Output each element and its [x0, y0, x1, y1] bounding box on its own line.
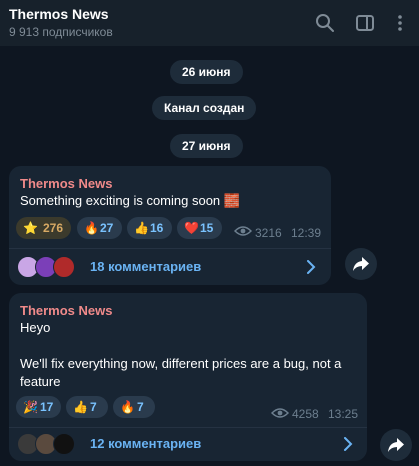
comments-row[interactable]: 12 комментариев — [9, 428, 367, 461]
comments-row[interactable]: 18 комментариев — [9, 249, 331, 285]
party-popper-icon: 🎉 — [23, 400, 38, 414]
reaction-count: 7 — [90, 400, 97, 414]
message-sender[interactable]: Thermos News — [20, 176, 112, 191]
more-vert-icon[interactable] — [389, 12, 411, 34]
sidebar-toggle-icon[interactable] — [354, 12, 376, 34]
comments-link[interactable]: 18 комментариев — [90, 259, 201, 274]
views-eye-icon — [234, 226, 252, 236]
reaction-thumbs-up[interactable]: 👍 7 — [66, 396, 108, 418]
share-icon — [388, 438, 404, 452]
reaction-party[interactable]: 🎉 17 — [16, 396, 61, 418]
comments-link[interactable]: 12 комментариев — [90, 436, 201, 451]
message-time: 12:39 — [291, 226, 322, 240]
channel-title[interactable]: Thermos News — [9, 6, 109, 22]
message-text-line: feature — [20, 374, 61, 389]
star-icon: ⭐ — [23, 221, 38, 235]
message-bubble[interactable]: Thermos News Heyo We'll fix everything n… — [9, 293, 367, 461]
reaction-count: 7 — [137, 400, 144, 414]
share-button[interactable] — [380, 429, 412, 461]
share-button[interactable] — [345, 248, 377, 280]
reaction-heart[interactable]: ❤️ 15 — [177, 217, 222, 239]
reaction-count: 27 — [100, 221, 114, 235]
date-pill: 27 июня — [170, 134, 243, 158]
reaction-count: 15 — [200, 221, 214, 235]
avatar — [53, 256, 75, 278]
reaction-count: 16 — [150, 221, 164, 235]
view-count: 3216 — [255, 226, 282, 240]
search-icon[interactable] — [314, 12, 336, 34]
service-message: Канал создан — [152, 96, 257, 120]
message-bubble[interactable]: Thermos News Something exciting is comin… — [9, 166, 331, 285]
share-icon — [353, 257, 369, 271]
views-eye-icon — [271, 408, 289, 418]
reaction-fire[interactable]: 🔥 27 — [77, 217, 122, 239]
fire-icon: 🔥 — [84, 221, 99, 235]
message-text: Something exciting is coming soon 🧱 — [20, 193, 240, 208]
thumbs-up-icon: 👍 — [73, 400, 88, 414]
heart-icon: ❤️ — [184, 221, 199, 235]
fire-icon: 🔥 — [120, 400, 135, 414]
thumbs-up-icon: 👍 — [134, 221, 149, 235]
message-sender[interactable]: Thermos News — [20, 303, 112, 318]
chevron-right-icon — [344, 437, 353, 451]
avatar — [53, 433, 75, 455]
chat-header: Thermos News 9 913 подписчиков — [0, 0, 419, 46]
reaction-fire[interactable]: 🔥 7 — [113, 396, 155, 418]
subscriber-count: 9 913 подписчиков — [9, 25, 113, 39]
view-count: 4258 — [292, 407, 319, 421]
reaction-thumbs-up[interactable]: 👍 16 — [127, 217, 172, 239]
reaction-count: 17 — [40, 400, 54, 414]
chevron-right-icon — [307, 260, 316, 274]
message-time: 13:25 — [328, 407, 359, 421]
message-text-line: We'll fix everything now, different pric… — [20, 356, 342, 371]
reaction-star[interactable]: ⭐ 276 — [16, 217, 71, 239]
date-pill: 26 июня — [170, 60, 243, 84]
message-text-line: Heyo — [20, 320, 51, 335]
reaction-count: 276 — [43, 221, 64, 235]
